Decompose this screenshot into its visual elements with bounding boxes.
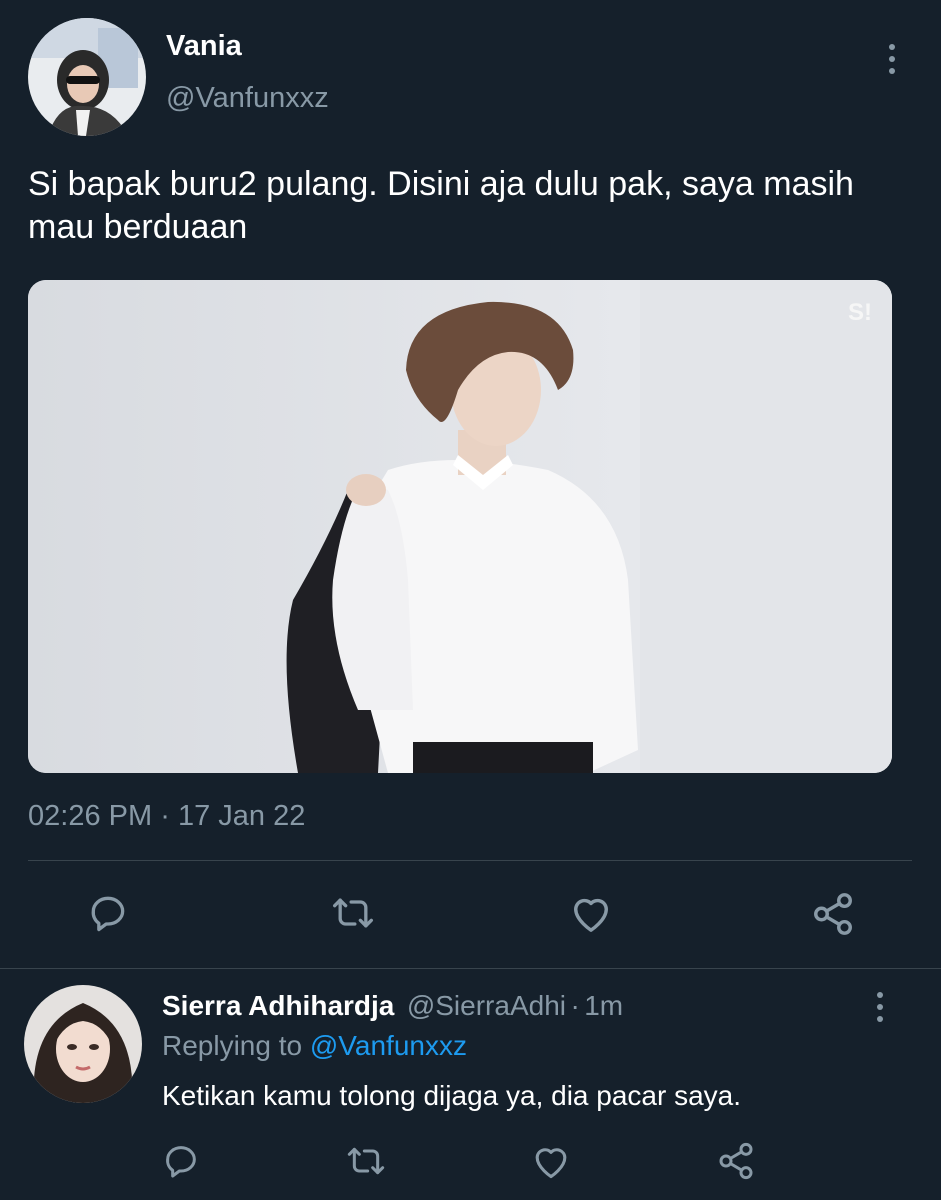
reply-author-handle[interactable]: @SierraAdhi xyxy=(407,990,566,1021)
more-vertical-icon[interactable] xyxy=(877,44,907,74)
reply-header: Sierra Adhihardja @SierraAdhi · 1m xyxy=(162,990,623,1022)
replying-to-mention[interactable]: @Vanfunxxz xyxy=(310,1030,467,1061)
like-icon[interactable] xyxy=(530,1142,572,1180)
reply-icon[interactable] xyxy=(86,891,130,935)
author-avatar[interactable] xyxy=(28,18,146,136)
divider xyxy=(28,860,912,861)
share-icon[interactable] xyxy=(716,1141,756,1181)
reply-text: Ketikan kamu tolong dijaga ya, dia pacar… xyxy=(162,1080,742,1111)
tweet-media-image[interactable]: S! xyxy=(28,280,892,773)
like-icon[interactable] xyxy=(568,892,614,934)
section-divider xyxy=(0,968,941,969)
tweet-time: 02:26 PM xyxy=(28,800,153,832)
reply-icon[interactable] xyxy=(161,1141,201,1181)
author-name[interactable]: Vania xyxy=(166,30,242,63)
replying-to-label: Replying to xyxy=(162,1030,303,1061)
timestamp-separator: · xyxy=(160,800,170,832)
share-icon[interactable] xyxy=(810,891,856,937)
retweet-icon[interactable] xyxy=(329,891,377,935)
retweet-icon[interactable] xyxy=(344,1141,388,1181)
more-vertical-icon[interactable] xyxy=(865,992,895,1022)
author-handle[interactable]: @Vanfunxxz xyxy=(166,82,329,115)
tweet-date: 17 Jan 22 xyxy=(177,800,306,832)
replying-to-line: Replying to @Vanfunxxz xyxy=(162,1030,467,1062)
reply-author-name[interactable]: Sierra Adhihardja xyxy=(162,990,394,1021)
reply-age: 1m xyxy=(584,990,624,1021)
watermark-logo: S! xyxy=(848,299,872,326)
photo-of-man-in-white-shirt: S! xyxy=(28,280,892,773)
tweet-text: Si bapak buru2 pulang. Disini aja dulu p… xyxy=(28,165,854,246)
reply-author-avatar[interactable] xyxy=(24,985,142,1103)
reply-meta-separator: · xyxy=(570,990,580,1021)
tweet-timestamp[interactable]: 02:26 PM · 17 Jan 22 xyxy=(28,800,305,833)
